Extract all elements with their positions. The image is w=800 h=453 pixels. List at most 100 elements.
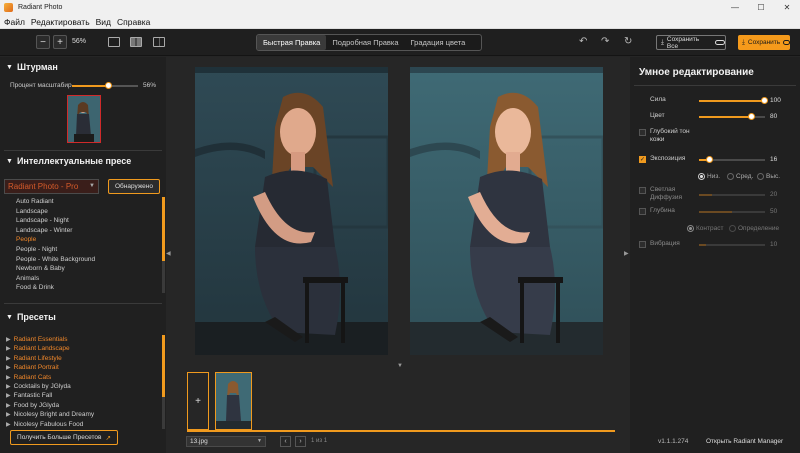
checkbox-5[interactable] [639,208,646,215]
list-item[interactable]: ▶ Radiant Essentials [0,335,162,344]
list-item[interactable]: People - White Background [0,255,162,265]
zoom-slider-fill [72,85,109,87]
control-label: Глубокий тон кожи [650,128,690,143]
smart-preset-dropdown[interactable]: Radiant Photo - Pro ▼ [4,179,99,194]
list-item[interactable]: People [0,235,162,245]
depth-mode-label: Контраст [696,225,724,232]
navigator-thumbnail[interactable] [67,95,101,143]
list-item[interactable]: ▶ Radiant Lifestyle [0,354,162,363]
slider-knob[interactable] [747,113,755,120]
checkbox-2[interactable] [639,129,646,136]
save-button[interactable]: ⤓ Сохранить [738,35,790,50]
slider-knob[interactable] [761,97,768,104]
list-item[interactable]: People - Night [0,245,162,255]
scrollbar-thumb[interactable] [162,335,165,397]
slider-5[interactable] [699,211,765,213]
collapse-triangle-icon: ▼ [6,313,13,321]
get-more-presets-button[interactable]: Получить Больше Пресетов ↗ [10,430,118,445]
checkbox-4[interactable] [639,187,646,194]
slider-3[interactable] [699,156,765,163]
redo-icon[interactable]: ↷ [601,36,609,47]
smart-preset-list: Auto Radiant Landscape Landscape - Night… [0,197,162,293]
save-all-label: Сохранить Все [666,35,700,50]
separator [4,150,162,151]
preset-list: ▶ Radiant Essentials ▶ Radiant Landscape ▶… [0,335,162,429]
list-item[interactable]: Landscape - Winter [0,226,162,236]
tab-color-grading[interactable]: Градация цвета [405,35,472,50]
list-item[interactable]: ▶ Radiant Cats [0,373,162,382]
list-item[interactable]: Landscape [0,207,162,217]
chevron-down-icon: ▼ [89,183,95,189]
minimize-button[interactable]: — [722,0,748,15]
slider-value: 10 [770,241,778,248]
prev-page-button[interactable]: ‹ [280,436,291,447]
next-page-button[interactable]: › [295,436,306,447]
exposure-mode-radio[interactable] [757,173,764,180]
file-dropdown[interactable]: 13.jpg ▼ [186,436,266,447]
list-item[interactable]: Animals [0,274,162,284]
detected-button[interactable]: Обнаружено [108,179,160,194]
collapse-right-icon[interactable]: ▶ [624,250,629,257]
add-image-button[interactable]: + [187,372,209,430]
filmstrip-thumbnail[interactable] [215,372,252,430]
control-label: Экспозиция [650,155,686,162]
external-link-icon: ↗ [105,434,111,442]
tab-detailed-edit[interactable]: Подробная Правка [326,35,404,50]
save-all-button[interactable]: ⤓ Сохранить Все [656,35,726,50]
navigator-header[interactable]: ▼ Штурман [6,62,58,72]
scrollbar-thumb[interactable] [162,197,165,261]
undo-icon[interactable]: ↶ [579,36,587,47]
navigator-zoom-slider[interactable] [72,82,138,89]
list-item[interactable]: ▶ Nicolesy Fabulous Food [0,420,162,429]
slider-6[interactable] [699,244,765,246]
list-item[interactable]: ▶ Fantastic Fall [0,391,162,400]
list-item[interactable]: ▶ Radiant Landscape [0,344,162,353]
tab-quick-edit[interactable]: Быстрая Правка [257,35,327,50]
slider-value: 50 [770,208,778,215]
slider-0[interactable] [699,97,768,104]
list-item[interactable]: Auto Radiant [0,197,162,207]
close-button[interactable]: ✕ [774,0,800,15]
slider-4[interactable] [699,194,765,196]
slider-value: 100 [770,97,781,104]
exposure-mode-radio[interactable] [698,173,705,180]
slider-knob[interactable] [705,156,713,163]
list-item[interactable]: Food & Drink [0,283,162,293]
maximize-button[interactable]: ☐ [748,0,774,15]
collapse-left-icon[interactable]: ◀ [166,250,171,257]
save-label: Сохранить [747,39,781,46]
exposure-mode-radio[interactable] [727,173,734,180]
slider-value: 80 [770,113,778,120]
zoom-slider-knob[interactable] [104,82,112,89]
collapse-triangle-icon: ▼ [6,157,13,165]
separator [4,303,162,304]
control-label: Сила [650,96,666,103]
file-name: 13.jpg [190,438,208,445]
expand-triangle-icon: ▶ [6,421,11,428]
list-item[interactable]: ▶ Nicolesy Bright and Dreamy [0,410,162,419]
smart-presets-header[interactable]: ▼ Интеллектуальные пресе [6,156,131,166]
exposure-mode-label: Низ. [707,173,721,180]
checkbox-6[interactable] [639,241,646,248]
depth-mode-radio[interactable] [687,225,694,232]
exposure-mode-label: Сред. [736,173,754,180]
open-radiant-manager-link[interactable]: Открыть Radiant Manager [706,438,783,445]
toggle-icon [783,40,790,45]
list-item[interactable]: Landscape - Night [0,216,162,226]
list-item[interactable]: ▶ Food by JGlyda [0,401,162,410]
checkbox-3[interactable]: ✓ [639,156,646,163]
list-item[interactable]: Newborn & Baby [0,264,162,274]
list-item[interactable]: ▶ Radiant Portrait [0,363,162,372]
expand-triangle-icon: ▶ [6,383,11,390]
control-label: Вибрация [650,240,680,247]
separator [634,85,796,86]
list-item[interactable]: ▶ Cocktails by JGlyda [0,382,162,391]
reset-icon[interactable]: ↻ [624,36,632,47]
smart-preset-scrollbar[interactable] [162,197,165,293]
slider-1[interactable] [699,113,765,120]
presets-header[interactable]: ▼ Пресеты [6,312,56,322]
zoom-percent-value: 56% [143,82,157,89]
collapse-filmstrip-icon[interactable]: ▼ [397,363,403,369]
preset-scrollbar[interactable] [162,335,165,429]
depth-mode-radio[interactable] [729,225,736,232]
